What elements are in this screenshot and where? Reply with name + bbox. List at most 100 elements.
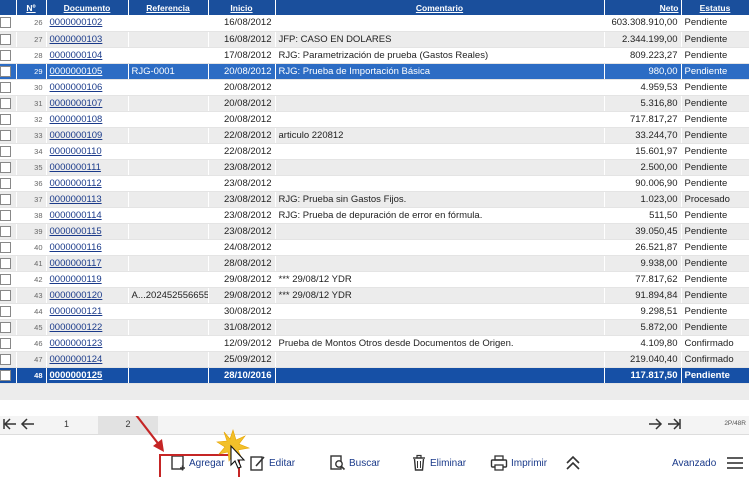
checkbox-icon[interactable] [0,65,11,77]
documento-link[interactable]: 0000000113 [46,191,129,208]
next-page-icon[interactable] [647,416,663,432]
checkbox-icon[interactable] [0,257,11,269]
checkbox-icon[interactable] [0,33,11,45]
row-checkbox[interactable] [0,15,17,32]
table-row[interactable]: 45 0000000122 31/08/2012 5.872,00 Pendiente [0,319,749,336]
table-row[interactable]: 30 0000000106 20/08/2012 4.959,53 Pendiente [0,79,749,96]
table-row[interactable]: 47 0000000124 25/09/2012 219.040,40 Confirma… [0,351,749,368]
row-checkbox[interactable] [0,175,17,192]
row-checkbox[interactable] [0,191,17,208]
checkbox-icon[interactable] [0,161,11,173]
row-checkbox[interactable] [0,303,17,320]
header-comentario[interactable]: Comentario [275,0,605,15]
row-checkbox[interactable] [0,255,17,272]
avanzado-button[interactable]: Avanzado [672,452,745,474]
last-page-icon[interactable] [666,416,682,432]
table-row[interactable]: 35 0000000111 23/08/2012 2.500,00 Pendiente [0,159,749,176]
page-1-link[interactable]: 1 [64,413,69,435]
row-checkbox[interactable] [0,351,17,368]
checkbox-icon[interactable] [0,17,11,29]
checkbox-icon[interactable] [0,369,11,381]
header-documento[interactable]: Documento [46,0,129,15]
checkbox-icon[interactable] [0,97,11,109]
documento-link[interactable]: 0000000111 [46,159,129,176]
checkbox-icon[interactable] [0,81,11,93]
documento-link[interactable]: 0000000105 [46,63,129,80]
table-row[interactable]: 34 0000000110 22/08/2012 15.601,97 Pendiente [0,143,749,160]
page-2-current[interactable]: 2 [98,413,158,435]
imprimir-button[interactable]: Imprimir [490,452,547,474]
table-row[interactable]: 28 0000000104 17/08/2012 RJG: Parametrizaci… [0,47,749,64]
table-row[interactable]: 41 0000000117 28/08/2012 9.938,00 Pendiente [0,255,749,272]
table-row[interactable]: 37 0000000113 23/08/2012 RJG: Prueba sin Ga… [0,191,749,208]
row-checkbox[interactable] [0,207,17,224]
documento-link[interactable]: 0000000108 [46,111,129,128]
row-checkbox[interactable] [0,79,17,96]
documento-link[interactable]: 0000000117 [46,255,129,272]
checkbox-icon[interactable] [0,49,11,61]
table-row[interactable]: 38 0000000114 23/08/2012 RJG: Prueba de dep… [0,207,749,224]
checkbox-icon[interactable] [0,193,11,205]
checkbox-icon[interactable] [0,241,11,253]
checkbox-icon[interactable] [0,337,11,349]
documento-link[interactable]: 0000000123 [46,335,129,352]
row-checkbox[interactable] [0,287,17,304]
table-row[interactable]: 29 0000000105 RJG-0001 20/08/2012 RJG: Prueb… [0,63,749,80]
row-checkbox[interactable] [0,319,17,336]
table-row[interactable]: 40 0000000116 24/08/2012 26.521,87 Pendiente [0,239,749,256]
checkbox-icon[interactable] [0,305,11,317]
row-checkbox[interactable] [0,271,17,288]
row-checkbox[interactable] [0,31,17,48]
row-checkbox[interactable] [0,239,17,256]
table-row[interactable]: 42 0000000119 29/08/2012 *** 29/08/12 YDR 77… [0,271,749,288]
table-row[interactable]: 36 0000000112 23/08/2012 90.006,90 Pendiente [0,175,749,192]
row-checkbox[interactable] [0,143,17,160]
checkbox-icon[interactable] [0,353,11,365]
documento-link[interactable]: 0000000116 [46,239,129,256]
checkbox-icon[interactable] [0,273,11,285]
checkbox-icon[interactable] [0,129,11,141]
row-checkbox[interactable] [0,47,17,64]
documento-link[interactable]: 0000000102 [46,15,129,32]
table-row[interactable]: 33 0000000109 22/08/2012 articulo 220812 33.… [0,127,749,144]
row-checkbox[interactable] [0,63,17,80]
documento-link[interactable]: 0000000110 [46,143,129,160]
documento-link[interactable]: 0000000120 [46,287,129,304]
documento-link[interactable]: 0000000119 [46,271,129,288]
table-row[interactable]: 48 0000000125 28/10/2016 117.817,50 Pendient… [0,367,749,384]
row-checkbox[interactable] [0,127,17,144]
header-neto[interactable]: Neto [604,0,682,15]
header-num[interactable]: Nº [16,0,47,15]
table-row[interactable]: 44 0000000121 30/08/2012 9.298,51 Pendiente [0,303,749,320]
buscar-button[interactable]: Buscar [329,452,380,474]
documento-link[interactable]: 0000000103 [46,31,129,48]
collapse-toolbar-button[interactable] [565,452,581,474]
checkbox-icon[interactable] [0,225,11,237]
table-row[interactable]: 46 0000000123 12/09/2012 Prueba de Montos O… [0,335,749,352]
table-row[interactable]: 32 0000000108 20/08/2012 717.817,27 Pendient… [0,111,749,128]
eliminar-button[interactable]: Eliminar [411,452,466,474]
checkbox-icon[interactable] [0,177,11,189]
row-checkbox[interactable] [0,159,17,176]
header-inicio[interactable]: Inicio [208,0,276,15]
row-checkbox[interactable] [0,111,17,128]
documento-link[interactable]: 0000000109 [46,127,129,144]
first-page-icon[interactable] [2,416,18,432]
table-row[interactable]: 26 0000000102 16/08/2012 603.308.910,00 Pend… [0,15,749,32]
documento-link[interactable]: 0000000106 [46,79,129,96]
table-row[interactable]: 43 0000000120 A...202452556655 29/08/2012 **… [0,287,749,304]
row-checkbox[interactable] [0,367,17,384]
checkbox-icon[interactable] [0,145,11,157]
table-row[interactable]: 31 0000000107 20/08/2012 5.316,80 Pendiente [0,95,749,112]
checkbox-icon[interactable] [0,289,11,301]
documento-link[interactable]: 0000000107 [46,95,129,112]
documento-link[interactable]: 0000000115 [46,223,129,240]
documento-link[interactable]: 0000000124 [46,351,129,368]
checkbox-icon[interactable] [0,209,11,221]
checkbox-icon[interactable] [0,321,11,333]
row-checkbox[interactable] [0,223,17,240]
documento-link[interactable]: 0000000125 [46,367,129,384]
prev-page-icon[interactable] [20,416,36,432]
row-checkbox[interactable] [0,335,17,352]
table-row[interactable]: 39 0000000115 23/08/2012 39.050,45 Pendiente [0,223,749,240]
